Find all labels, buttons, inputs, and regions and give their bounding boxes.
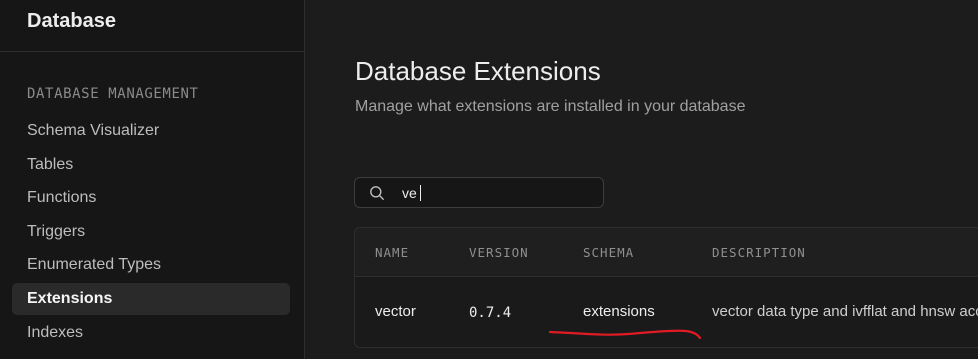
sidebar-title: Database: [27, 10, 116, 32]
column-header-name[interactable]: NAME: [375, 245, 409, 260]
sidebar-header: Database: [0, 0, 304, 52]
table-row[interactable]: vector 0.7.4 extensions vector data type…: [355, 277, 978, 347]
column-header-version[interactable]: VERSION: [469, 245, 529, 260]
cell-version: 0.7.4: [469, 305, 512, 321]
column-header-schema[interactable]: SCHEMA: [583, 245, 634, 260]
cell-description: vector data type and ivfflat and hnsw ac…: [712, 303, 978, 320]
sidebar-item-enumerated-types[interactable]: Enumerated Types: [12, 249, 290, 281]
sidebar: Database DATABASE MANAGEMENT Schema Visu…: [0, 0, 305, 359]
main-content: Database Extensions Manage what extensio…: [305, 0, 978, 359]
cell-schema: extensions: [583, 303, 655, 320]
search-icon: [369, 185, 385, 201]
sidebar-item-extensions[interactable]: Extensions: [12, 283, 290, 315]
section-label-database-management: DATABASE MANAGEMENT: [27, 86, 199, 102]
table-header: NAME VERSION SCHEMA DESCRIPTION: [355, 228, 978, 277]
sidebar-item-triggers[interactable]: Triggers: [12, 216, 290, 248]
extensions-table: NAME VERSION SCHEMA DESCRIPTION vector 0…: [354, 227, 978, 348]
text-caret: [420, 185, 421, 201]
sidebar-item-indexes[interactable]: Indexes: [12, 317, 290, 349]
page-title: Database Extensions: [355, 56, 601, 86]
cell-name: vector: [375, 303, 416, 320]
app-window: Database DATABASE MANAGEMENT Schema Visu…: [0, 0, 978, 359]
column-header-description[interactable]: DESCRIPTION: [712, 245, 806, 260]
sidebar-item-schema-visualizer[interactable]: Schema Visualizer: [12, 115, 290, 147]
search-input[interactable]: [402, 184, 582, 201]
page-subtitle: Manage what extensions are installed in …: [355, 98, 746, 115]
search-box[interactable]: [354, 177, 604, 208]
sidebar-item-functions[interactable]: Functions: [12, 182, 290, 214]
sidebar-item-tables[interactable]: Tables: [12, 149, 290, 181]
